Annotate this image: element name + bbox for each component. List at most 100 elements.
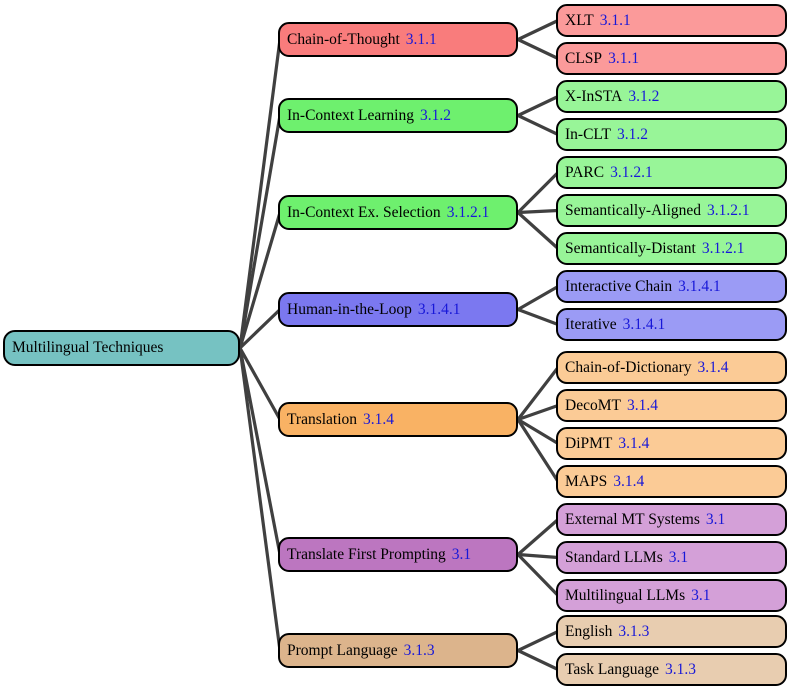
node-label: Chain-of-Thought	[287, 30, 400, 48]
leaf-node-0-1[interactable]: CLSP 3.1.1	[556, 42, 787, 75]
edge-branch-2-to-leaf-0	[516, 170, 560, 215]
node-label: In-Context Learning	[287, 106, 414, 124]
edge-branch-1-to-leaf-0	[516, 94, 560, 118]
edge-root-to-branch-6	[238, 346, 282, 653]
leaf-node-2-1[interactable]: Semantically-Aligned 3.1.2.1	[556, 194, 787, 227]
node-label: PARC	[565, 163, 605, 181]
edge-root-to-branch-1	[238, 113, 282, 350]
edge-branch-0-to-leaf-1	[516, 37, 560, 61]
section-number: 3.1	[691, 586, 711, 604]
section-number: 3.1.1	[608, 49, 640, 67]
branch-node-4[interactable]: Translation 3.1.4	[278, 402, 518, 437]
node-label: Multilingual LLMs	[565, 586, 686, 604]
edge-branch-5-to-leaf-1	[516, 552, 560, 560]
node-label: MAPS	[565, 472, 608, 490]
node-label: Interactive Chain	[565, 277, 673, 295]
leaf-node-1-1[interactable]: In-CLT 3.1.2	[556, 118, 787, 151]
edge-branch-3-to-leaf-1	[516, 307, 560, 327]
edge-branch-5-to-leaf-2	[516, 552, 560, 598]
leaf-node-1-0[interactable]: X-InSTA 3.1.2	[556, 80, 787, 113]
edge-branch-2-to-leaf-2	[516, 210, 560, 251]
leaf-node-6-0[interactable]: English 3.1.3	[556, 615, 787, 648]
edge-branch-4-to-leaf-1	[516, 403, 560, 422]
node-label: XLT	[565, 11, 594, 29]
branch-node-1[interactable]: In-Context Learning 3.1.2	[278, 98, 518, 133]
edge-branch-6-to-leaf-1	[516, 648, 560, 672]
leaf-node-3-1[interactable]: Iterative 3.1.4.1	[556, 308, 787, 341]
leaf-node-4-0[interactable]: Chain-of-Dictionary 3.1.4	[556, 351, 787, 384]
node-label: Standard LLMs	[565, 548, 663, 566]
edge-branch-2-to-leaf-1	[516, 208, 560, 215]
section-number: 3.1.2.1	[446, 203, 490, 221]
leaf-node-2-0[interactable]: PARC 3.1.2.1	[556, 156, 787, 189]
node-label: Iterative	[565, 315, 617, 333]
leaf-node-5-1[interactable]: Standard LLMs 3.1	[556, 541, 787, 574]
node-label: External MT Systems	[565, 510, 700, 528]
edge-branch-4-to-leaf-0	[516, 365, 560, 422]
section-number: 3.1.2.1	[610, 163, 653, 181]
mindmap-canvas: Multilingual Techniques Chain-of-Thought 3…	[0, 0, 801, 687]
section-number: 3.1.1	[599, 11, 631, 29]
section-number: 3.1	[705, 510, 726, 528]
section-number: 3.1	[668, 548, 689, 566]
section-number: 3.1.4	[613, 472, 645, 490]
branch-node-2[interactable]: In-Context Ex. Selection 3.1.2.1	[278, 195, 518, 230]
node-label: Multilingual Techniques	[12, 339, 164, 357]
edge-branch-4-to-leaf-2	[516, 417, 560, 446]
edge-branch-6-to-leaf-0	[516, 629, 560, 653]
section-number: 3.1.3	[618, 622, 650, 640]
section-number: 3.1.2.1	[701, 239, 745, 257]
leaf-node-6-1[interactable]: Task Language 3.1.3	[556, 653, 787, 686]
branch-node-5[interactable]: Translate First Prompting 3.1	[278, 537, 518, 572]
node-label: Translate First Prompting	[287, 545, 446, 563]
leaf-node-4-1[interactable]: DecoMT 3.1.4	[556, 389, 787, 422]
branch-node-6[interactable]: Prompt Language 3.1.3	[278, 633, 518, 668]
leaf-node-2-2[interactable]: Semantically-Distant 3.1.2.1	[556, 232, 787, 265]
leaf-node-5-2[interactable]: Multilingual LLMs 3.1	[556, 579, 787, 612]
edge-root-to-branch-0	[238, 37, 282, 350]
section-number: 3.1.3	[403, 641, 435, 659]
edge-branch-3-to-leaf-0	[516, 284, 560, 312]
edge-root-to-branch-2	[238, 210, 282, 350]
edge-branch-5-to-leaf-0	[516, 517, 560, 557]
leaf-node-5-0[interactable]: External MT Systems 3.1	[556, 503, 787, 536]
node-label: DecoMT	[565, 396, 621, 414]
branch-node-3[interactable]: Human-in-the-Loop 3.1.4.1	[278, 292, 518, 327]
node-label: Semantically-Aligned	[565, 201, 702, 219]
edge-branch-4-to-leaf-3	[516, 417, 560, 484]
section-number: 3.1.3	[665, 660, 697, 678]
node-label: In-Context Ex. Selection	[287, 203, 441, 221]
node-label: English	[565, 622, 613, 640]
section-number: 3.1.2	[616, 125, 648, 143]
node-label: Prompt Language	[287, 641, 398, 659]
node-label: CLSP	[565, 49, 603, 67]
section-number: 3.1.4	[363, 410, 395, 428]
leaf-node-4-3[interactable]: MAPS 3.1.4	[556, 465, 787, 498]
node-label: Chain-of-Dictionary	[565, 358, 692, 376]
edge-branch-0-to-leaf-0	[516, 18, 560, 42]
node-label: Task Language	[565, 660, 660, 678]
node-label: In-CLT	[565, 125, 611, 143]
section-number: 3.1.4	[618, 434, 650, 452]
section-number: 3.1.1	[405, 30, 437, 48]
node-label: Human-in-the-Loop	[287, 300, 412, 318]
section-number: 3.1.4.1	[678, 277, 721, 295]
node-label: Semantically-Distant	[565, 239, 696, 257]
root-node-multilingual-techniques[interactable]: Multilingual Techniques	[3, 330, 240, 366]
branch-node-0[interactable]: Chain-of-Thought 3.1.1	[278, 22, 518, 57]
leaf-node-0-0[interactable]: XLT 3.1.1	[556, 4, 787, 37]
node-label: X-InSTA	[565, 87, 623, 105]
section-number: 3.1.2	[628, 87, 660, 105]
section-number: 3.1.4	[626, 396, 658, 414]
section-number: 3.1.2.1	[707, 201, 750, 219]
edge-root-to-branch-4	[238, 346, 282, 422]
section-number: 3.1.4.1	[622, 315, 666, 333]
section-number: 3.1.4	[697, 358, 729, 376]
leaf-node-3-0[interactable]: Interactive Chain 3.1.4.1	[556, 270, 787, 303]
leaf-node-4-2[interactable]: DiPMT 3.1.4	[556, 427, 787, 460]
section-number: 3.1.4.1	[417, 300, 461, 318]
section-number: 3.1.2	[419, 106, 451, 124]
section-number: 3.1	[451, 545, 472, 563]
node-label: DiPMT	[565, 434, 613, 452]
edge-root-to-branch-3	[238, 307, 282, 350]
